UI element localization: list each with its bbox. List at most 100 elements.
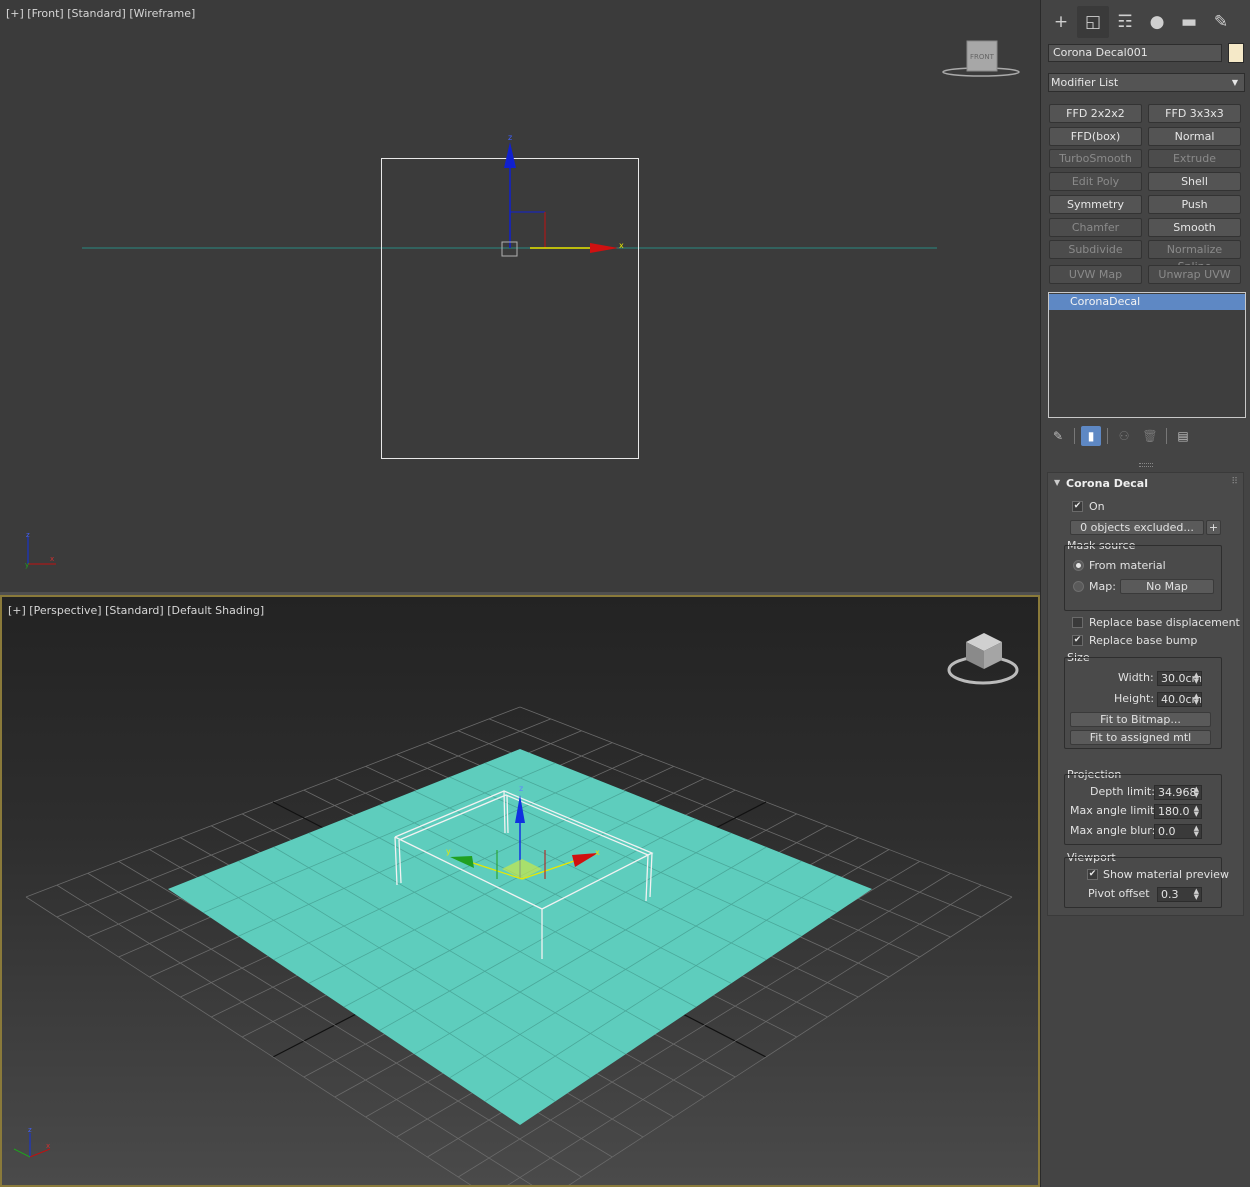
modifier-button-edit-poly[interactable]: Edit Poly bbox=[1049, 172, 1142, 191]
object-name-field[interactable]: Corona Decal001 bbox=[1048, 44, 1222, 62]
no-map-button[interactable]: No Map bbox=[1120, 579, 1214, 594]
perspective-viewport[interactable]: [+] [Perspective] [Standard] [Default Sh… bbox=[0, 595, 1040, 1187]
gizmo-x-label: x bbox=[619, 241, 624, 250]
motion-tab[interactable]: ● bbox=[1141, 6, 1173, 38]
create-icon: + bbox=[1053, 12, 1069, 32]
svg-text:z: z bbox=[26, 531, 30, 539]
create-tab[interactable]: + bbox=[1045, 6, 1077, 38]
map-label: Map: bbox=[1089, 580, 1116, 593]
chevron-down-icon: ▼ bbox=[1231, 78, 1238, 87]
gizmo-z-label: z bbox=[508, 133, 512, 142]
panel-resize-grip[interactable] bbox=[1139, 463, 1153, 467]
perspective-axis-tripod: z x bbox=[13, 1126, 51, 1158]
modifier-button-subdivide[interactable]: Subdivide bbox=[1049, 240, 1142, 259]
motion-icon: ● bbox=[1149, 12, 1165, 32]
spinner-arrows-icon[interactable]: ▲ ▼ bbox=[1194, 672, 1199, 685]
rollout-title[interactable]: Corona Decal bbox=[1066, 477, 1148, 490]
separator bbox=[1166, 428, 1167, 444]
max-angle-value: 180.0 bbox=[1158, 805, 1190, 818]
show-end-result-icon[interactable]: ▮ bbox=[1081, 426, 1101, 446]
viewcube-label: FRONT bbox=[970, 53, 995, 61]
utilities-icon: ✎ bbox=[1213, 12, 1229, 32]
width-label: Width: bbox=[1118, 671, 1154, 684]
modifier-button-ffd-box[interactable]: FFD(box) bbox=[1049, 127, 1142, 146]
objects-excluded-button[interactable]: 0 objects excluded... bbox=[1070, 520, 1204, 535]
max-angle-label: Max angle limit: bbox=[1070, 804, 1159, 817]
modifier-button-shell[interactable]: Shell bbox=[1148, 172, 1241, 191]
replace-bump-label: Replace base bump bbox=[1089, 634, 1198, 647]
modifier-list-dropdown[interactable]: Modifier List ▼ bbox=[1048, 73, 1245, 92]
modifier-button-smooth[interactable]: Smooth bbox=[1148, 218, 1241, 237]
modifier-button-push[interactable]: Push bbox=[1148, 195, 1241, 214]
spinner-arrows-icon[interactable]: ▲ ▼ bbox=[1194, 825, 1199, 838]
mask-source-group bbox=[1064, 545, 1222, 611]
spinner-arrows-icon[interactable]: ▲ ▼ bbox=[1194, 693, 1199, 706]
move-gizmo: z x bbox=[501, 133, 624, 257]
max-angle-spinner[interactable]: 180.0 ▲ ▼ bbox=[1154, 804, 1202, 819]
modifier-button-unwrap-uvw[interactable]: Unwrap UVW bbox=[1148, 265, 1241, 284]
modifier-stack[interactable]: CoronaDecal bbox=[1048, 292, 1246, 418]
from-material-label: From material bbox=[1089, 559, 1166, 572]
corona-decal-rollout: ▼ Corona Decal ⠿ ✔ On 0 objects excluded… bbox=[1047, 472, 1244, 916]
perspective-viewport-canvas: z x y z x bbox=[13, 633, 1019, 1185]
width-spinner[interactable]: 30.0cm ▲ ▼ bbox=[1157, 671, 1202, 686]
configure-modifier-sets-icon[interactable]: ▤ bbox=[1173, 426, 1193, 446]
collapse-arrow-icon[interactable]: ▼ bbox=[1054, 478, 1060, 487]
hierarchy-tab[interactable]: ☶ bbox=[1109, 6, 1141, 38]
stack-item-coronadecal[interactable]: CoronaDecal bbox=[1049, 294, 1245, 310]
map-radio[interactable] bbox=[1073, 581, 1084, 592]
depth-limit-spinner[interactable]: 34.968 ▲ ▼ bbox=[1154, 785, 1202, 800]
display-icon: ▬ bbox=[1180, 12, 1198, 32]
modifier-list-label: Modifier List bbox=[1051, 76, 1119, 89]
replace-displacement-label: Replace base displacement bbox=[1089, 616, 1240, 629]
height-label: Height: bbox=[1114, 692, 1155, 705]
pivot-offset-spinner[interactable]: 0.3 ▲ ▼ bbox=[1157, 887, 1202, 902]
modifier-button-symmetry[interactable]: Symmetry bbox=[1049, 195, 1142, 214]
modifier-button-normal[interactable]: Normal bbox=[1148, 127, 1241, 146]
pivot-offset-value: 0.3 bbox=[1161, 888, 1179, 901]
replace-displacement-checkbox[interactable] bbox=[1072, 617, 1083, 628]
front-viewcube: FRONT bbox=[942, 40, 1020, 77]
on-label: On bbox=[1089, 500, 1105, 513]
show-material-preview-checkbox[interactable]: ✔ bbox=[1087, 869, 1098, 880]
modifier-button-normalize-spline[interactable]: Normalize Spline bbox=[1148, 240, 1241, 273]
on-checkbox[interactable]: ✔ bbox=[1072, 501, 1083, 512]
show-material-preview-label: Show material preview bbox=[1103, 868, 1229, 881]
fit-to-bitmap-button[interactable]: Fit to Bitmap... bbox=[1070, 712, 1211, 727]
max-angle-blur-spinner[interactable]: 0.0 ▲ ▼ bbox=[1154, 824, 1202, 839]
spinner-arrows-icon[interactable]: ▲ ▼ bbox=[1194, 888, 1199, 901]
command-panel: + ◱ ☶ ● ▬ ✎ Corona Decal001 Modifier List ▼ F… bbox=[1040, 0, 1250, 1187]
object-color-swatch[interactable] bbox=[1228, 43, 1244, 63]
fit-to-assigned-mtl-button[interactable]: Fit to assigned mtl bbox=[1070, 730, 1211, 745]
rollout-drag-icon[interactable]: ⠿ bbox=[1231, 477, 1238, 487]
max-angle-blur-value: 0.0 bbox=[1158, 825, 1176, 838]
perspective-viewcube bbox=[947, 633, 1019, 685]
display-tab[interactable]: ▬ bbox=[1173, 6, 1205, 38]
modifier-button-extrude[interactable]: Extrude bbox=[1148, 149, 1241, 168]
replace-bump-checkbox[interactable]: ✔ bbox=[1072, 635, 1083, 646]
front-viewport[interactable]: [+] [Front] [Standard] [Wireframe] z x F… bbox=[0, 0, 1040, 592]
gizmo-y-label: y bbox=[446, 847, 451, 856]
svg-text:z: z bbox=[28, 1126, 32, 1134]
modifier-button-chamfer[interactable]: Chamfer bbox=[1049, 218, 1142, 237]
depth-limit-value: 34.968 bbox=[1158, 786, 1197, 799]
stack-toolbar: ✎ ▮ ⚇ 🗑 ▤ bbox=[1048, 425, 1246, 447]
utilities-tab[interactable]: ✎ bbox=[1205, 6, 1237, 38]
add-exclusion-button[interactable]: + bbox=[1206, 520, 1221, 535]
remove-modifier-icon[interactable]: 🗑 bbox=[1140, 426, 1160, 446]
spinner-arrows-icon[interactable]: ▲ ▼ bbox=[1194, 786, 1199, 799]
svg-text:y: y bbox=[25, 561, 29, 569]
modifier-button-turbosmooth[interactable]: TurboSmooth bbox=[1049, 149, 1142, 168]
modify-icon: ◱ bbox=[1084, 12, 1102, 32]
modifier-button-uvw-map[interactable]: UVW Map bbox=[1049, 265, 1142, 284]
height-spinner[interactable]: 40.0cm ▲ ▼ bbox=[1157, 692, 1202, 707]
modifier-button-ffd-3x3x3[interactable]: FFD 3x3x3 bbox=[1148, 104, 1241, 123]
modify-tab[interactable]: ◱ bbox=[1077, 6, 1109, 38]
make-unique-icon[interactable]: ⚇ bbox=[1114, 426, 1134, 446]
hierarchy-icon: ☶ bbox=[1117, 12, 1133, 32]
pin-stack-icon[interactable]: ✎ bbox=[1048, 426, 1068, 446]
front-axis-tripod: z x y bbox=[25, 531, 56, 569]
modifier-button-ffd-2x2x2[interactable]: FFD 2x2x2 bbox=[1049, 104, 1142, 123]
spinner-arrows-icon[interactable]: ▲ ▼ bbox=[1194, 805, 1199, 818]
from-material-radio[interactable] bbox=[1073, 560, 1084, 571]
